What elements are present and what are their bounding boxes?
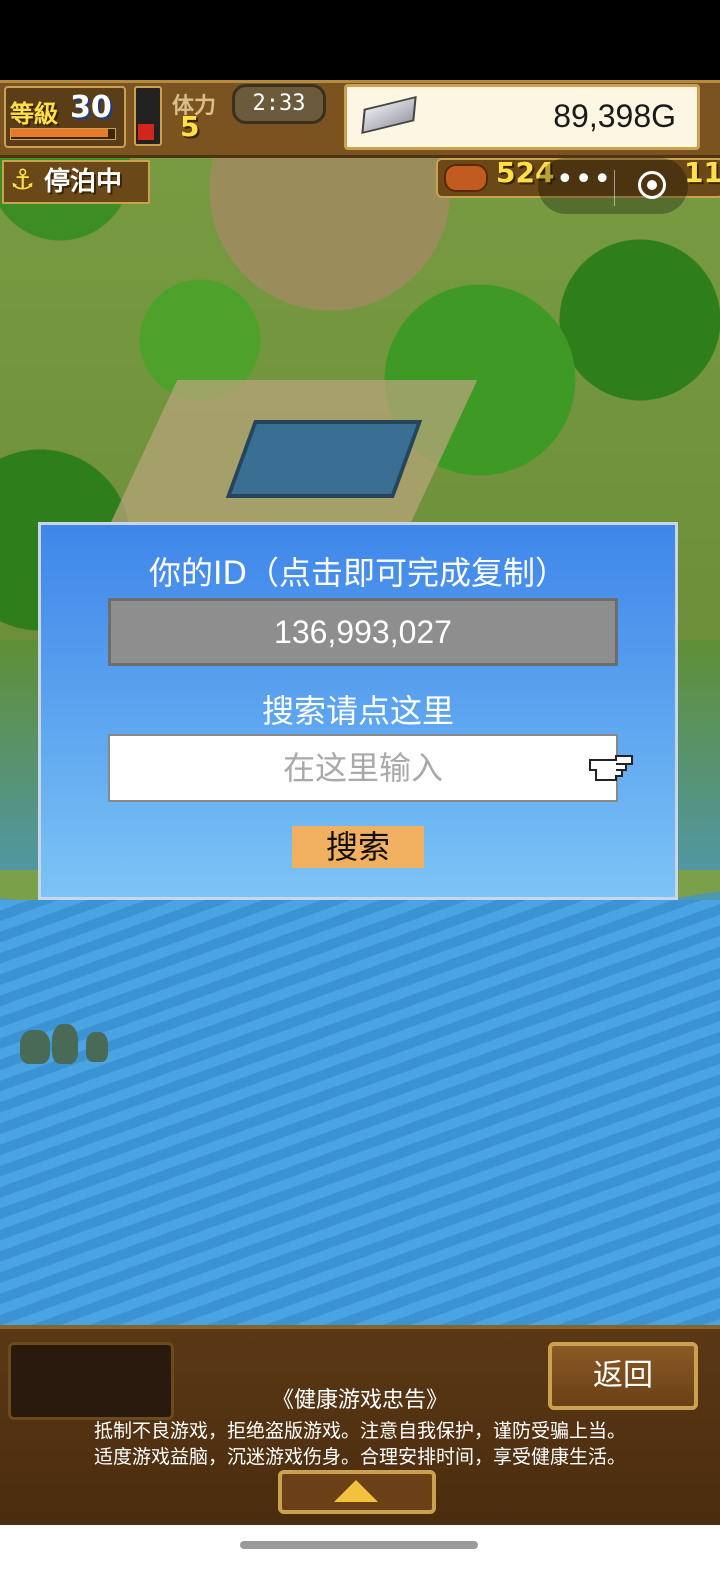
level-label: 等級 bbox=[10, 100, 58, 128]
anchor-icon: ⚓ bbox=[10, 163, 36, 196]
docked-status-label: 停泊中 bbox=[44, 167, 123, 197]
sea bbox=[0, 900, 720, 1325]
harbor-dock[interactable] bbox=[225, 420, 423, 498]
stamina-value: 5 bbox=[180, 110, 200, 143]
status-bar bbox=[0, 0, 720, 80]
stamina-vial-fill bbox=[138, 124, 154, 140]
sea-rock bbox=[86, 1032, 108, 1062]
dialog-title: 你的ID（点击即可完成复制） bbox=[148, 554, 568, 592]
health-notice-title: 《健康游戏忠告》 bbox=[271, 1388, 448, 1413]
health-notice-line-2: 适度游戏益脑，沉迷游戏伤身。合理安排时间，享受健康生活。 bbox=[93, 1446, 626, 1468]
level-value: 30 bbox=[70, 90, 112, 125]
sea-rock bbox=[52, 1024, 78, 1064]
search-input[interactable] bbox=[108, 734, 618, 802]
meat-icon bbox=[444, 164, 488, 192]
target-icon-dot bbox=[647, 180, 657, 190]
wood-count: 11 bbox=[684, 156, 720, 189]
gold-amount: 89,398G bbox=[553, 98, 676, 134]
home-indicator-area bbox=[0, 1525, 720, 1575]
home-indicator[interactable] bbox=[240, 1541, 478, 1549]
capsule-divider bbox=[614, 170, 615, 206]
sea-rock bbox=[20, 1030, 50, 1064]
stamina-timer: 2:33 bbox=[232, 84, 326, 124]
search-button[interactable]: 搜索 bbox=[292, 826, 424, 868]
player-id-copy-box[interactable]: 136,993,027 bbox=[108, 598, 618, 666]
search-label: 搜索请点这里 bbox=[261, 692, 454, 730]
xp-bar-fill bbox=[11, 129, 108, 137]
more-menu-button[interactable]: ••• bbox=[556, 162, 612, 197]
health-notice-line-1: 抵制不良游戏，拒绝盗版游戏。注意自我保护，谨防受骗上当。 bbox=[93, 1420, 626, 1442]
pointing-hand-icon bbox=[589, 755, 633, 781]
up-arrow-icon bbox=[334, 1480, 378, 1502]
